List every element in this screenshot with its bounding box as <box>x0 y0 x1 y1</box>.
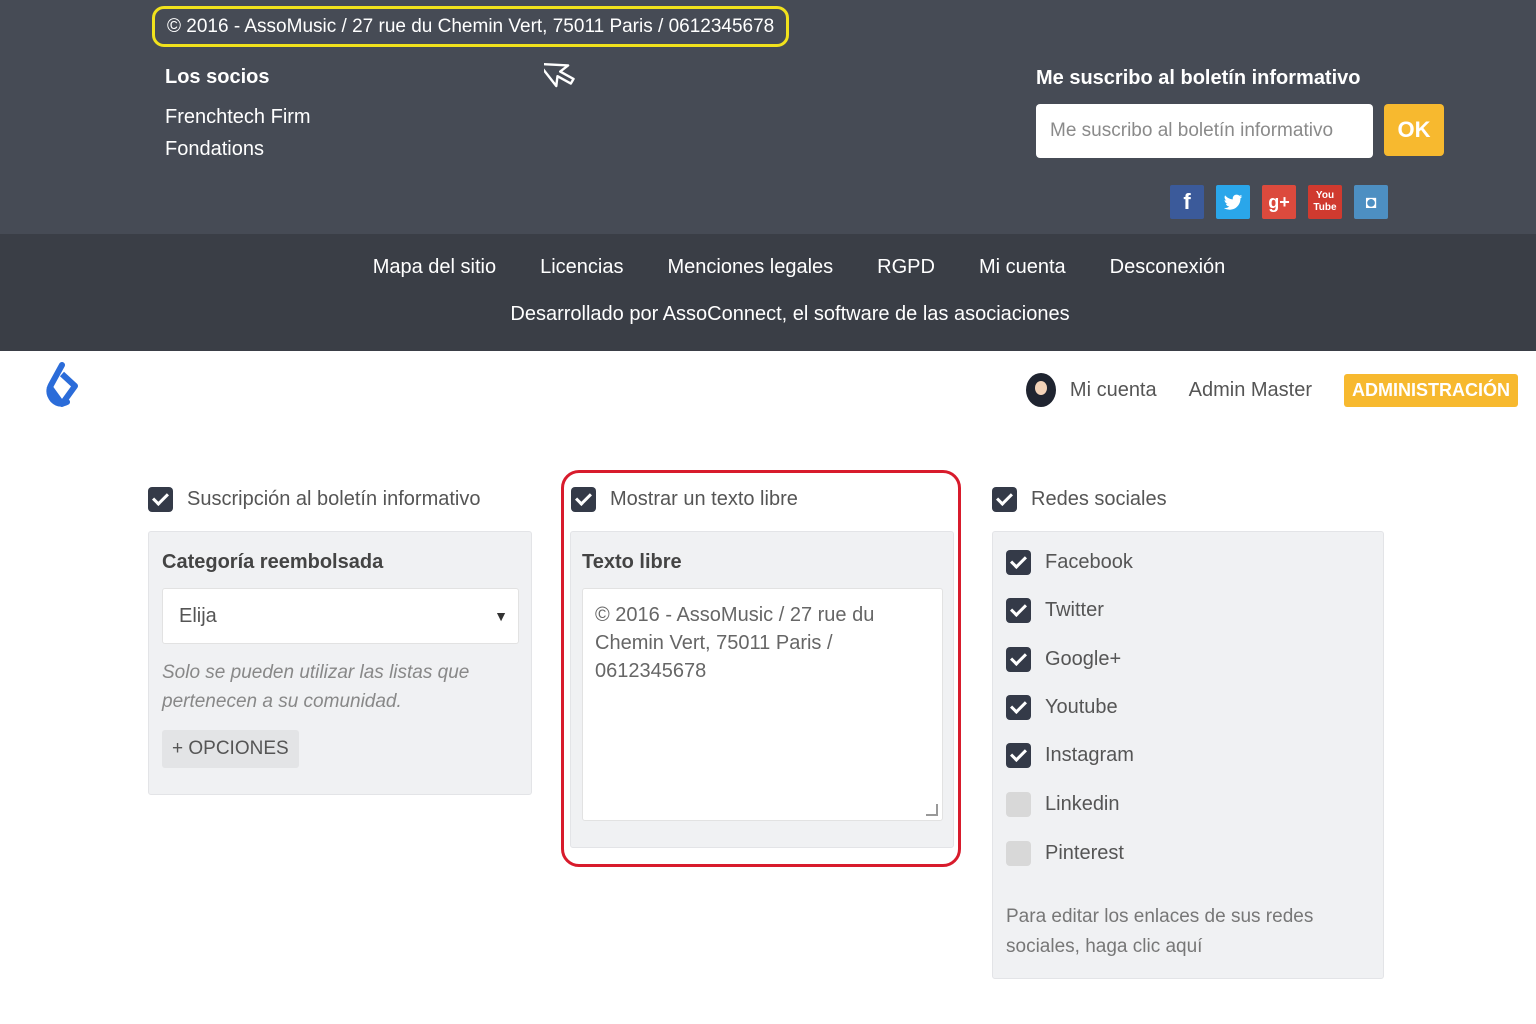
free-text-option: Mostrar un texto libre <box>571 482 798 516</box>
social-icons: f g+ You Tube ◘ <box>1170 185 1388 219</box>
assoconnect-logo-icon[interactable] <box>40 362 84 410</box>
network-label: Instagram <box>1045 744 1134 766</box>
footer-link-logout[interactable]: Desconexión <box>1110 256 1226 279</box>
free-text-panel: Texto libre © 2016 - AssoMusic / 27 rue … <box>570 531 954 848</box>
newsletter-option: Suscripción al boletín informativo <box>148 482 480 516</box>
network-item-googleplus[interactable]: Google+ <box>1006 647 1121 672</box>
youtube-checkbox[interactable] <box>1006 695 1031 720</box>
linkedin-checkbox[interactable] <box>1006 792 1031 817</box>
twitter-icon[interactable] <box>1216 185 1250 219</box>
category-hint: Solo se pueden utilizar las listas que p… <box>162 662 470 712</box>
footer-link-rgpd[interactable]: RGPD <box>877 256 935 279</box>
free-text-toggle-label: Mostrar un texto libre <box>610 487 798 510</box>
googleplus-checkbox[interactable] <box>1006 647 1031 672</box>
user-nav: Mi cuenta Admin Master ADMINISTRACIÓN <box>1025 372 1518 408</box>
network-item-facebook[interactable]: Facebook <box>1006 550 1133 575</box>
newsletter-panel: Categoría reembolsada Elija ▼ Solo se pu… <box>148 531 532 795</box>
instagram-checkbox[interactable] <box>1006 743 1031 768</box>
partner-link-frenchtech[interactable]: Frenchtech Firm <box>165 106 311 129</box>
powered-by-text[interactable]: Desarrollado por AssoConnect, el softwar… <box>0 303 1536 326</box>
social-checkbox[interactable] <box>992 486 1017 512</box>
social-edit-link[interactable]: Para editar los enlaces de sus redes soc… <box>1006 902 1378 962</box>
social-toggle-label: Redes sociales <box>1031 487 1167 510</box>
network-label: Google+ <box>1045 648 1122 670</box>
network-label: Linkedin <box>1045 793 1120 815</box>
social-option: Redes sociales <box>992 482 1167 516</box>
free-text-checkbox[interactable] <box>571 486 596 512</box>
footer-links: Mapa del sitio Licencias Menciones legal… <box>0 256 1536 279</box>
youtube-icon[interactable]: You Tube <box>1308 185 1342 219</box>
category-title: Categoría reembolsada <box>162 551 384 573</box>
administration-button[interactable]: ADMINISTRACIÓN <box>1344 373 1518 407</box>
network-label: Youtube <box>1045 696 1118 718</box>
network-label: Pinterest <box>1045 842 1124 864</box>
newsletter-ok-button[interactable]: OK <box>1384 104 1444 156</box>
free-text-title: Texto libre <box>582 551 682 573</box>
twitter-checkbox[interactable] <box>1006 598 1031 623</box>
footer-bottom-bar: Mapa del sitio Licencias Menciones legal… <box>0 234 1536 351</box>
user-name-link[interactable]: Admin Master <box>1189 379 1312 402</box>
googleplus-icon[interactable]: g+ <box>1262 185 1296 219</box>
footer-link-my-account[interactable]: Mi cuenta <box>979 256 1066 279</box>
free-text-value: © 2016 - AssoMusic / 27 rue du Chemin Ve… <box>595 604 875 682</box>
social-panel: Facebook Twitter Google+ Youtube Instagr… <box>992 531 1384 979</box>
network-label: Facebook <box>1045 551 1133 573</box>
mouse-cursor-icon <box>544 62 575 88</box>
category-select-value: Elija <box>179 605 217 627</box>
options-button[interactable]: + OPCIONES <box>162 730 299 768</box>
network-item-youtube[interactable]: Youtube <box>1006 695 1118 720</box>
pinterest-checkbox[interactable] <box>1006 841 1031 866</box>
newsletter-toggle-label: Suscripción al boletín informativo <box>187 487 481 510</box>
newsletter-email-input[interactable] <box>1036 104 1373 158</box>
facebook-checkbox[interactable] <box>1006 550 1031 575</box>
resize-handle-icon[interactable] <box>926 804 938 816</box>
network-item-pinterest[interactable]: Pinterest <box>1006 841 1124 866</box>
footer-preview: © 2016 - AssoMusic / 27 rue du Chemin Ve… <box>0 0 1536 234</box>
newsletter-title: Me suscribo al boletín informativo <box>1036 67 1361 89</box>
free-text-textarea[interactable]: © 2016 - AssoMusic / 27 rue du Chemin Ve… <box>582 588 943 821</box>
avatar[interactable] <box>1025 373 1056 407</box>
newsletter-checkbox[interactable] <box>148 486 173 512</box>
footer-link-sitemap[interactable]: Mapa del sitio <box>373 256 496 279</box>
chevron-down-icon: ▼ <box>494 608 508 624</box>
footer-link-legal[interactable]: Menciones legales <box>668 256 834 279</box>
instagram-icon[interactable]: ◘ <box>1354 185 1388 219</box>
my-account-link[interactable]: Mi cuenta <box>1070 379 1157 402</box>
network-item-linkedin[interactable]: Linkedin <box>1006 792 1120 817</box>
footer-link-licenses[interactable]: Licencias <box>540 256 623 279</box>
network-item-twitter[interactable]: Twitter <box>1006 598 1104 623</box>
partners-title: Los socios <box>165 66 270 88</box>
network-item-instagram[interactable]: Instagram <box>1006 743 1134 768</box>
category-select[interactable]: Elija ▼ <box>162 588 519 644</box>
network-label: Twitter <box>1045 599 1104 621</box>
facebook-icon[interactable]: f <box>1170 185 1204 219</box>
partner-link-fondations[interactable]: Fondations <box>165 138 264 161</box>
footer-copyright: © 2016 - AssoMusic / 27 rue du Chemin Ve… <box>152 6 790 47</box>
